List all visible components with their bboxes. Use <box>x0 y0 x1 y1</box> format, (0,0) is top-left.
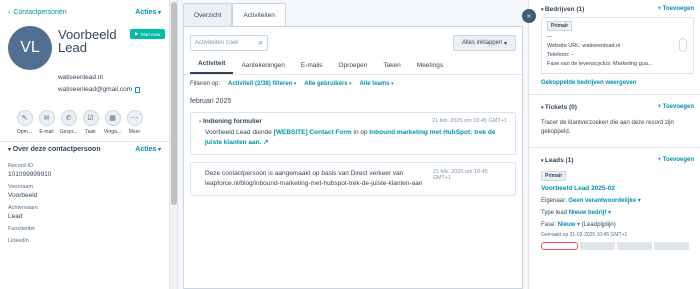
activity-subtabs: Activiteit Aantekeningen E-mails Oproepe… <box>184 51 522 75</box>
property-lastname[interactable]: Achternaam Lead <box>0 205 169 220</box>
call-icon: ✆ <box>60 110 77 126</box>
property-jobtitle[interactable]: Functietitel <box>0 226 169 232</box>
activity-card-form-submission[interactable]: Indiening formulier 21 feb. 2025 om 10:4… <box>190 112 516 155</box>
start-now-button[interactable]: ▶ Start Now <box>130 29 166 39</box>
collapse-all-button[interactable]: Alles inklappen ▾ <box>452 35 516 51</box>
activities-panel: Activiteiten zoek ⌕ Alles inklappen ▾ Ac… <box>183 26 523 289</box>
add-company-button[interactable]: Toevoegen <box>658 6 694 12</box>
search-icon[interactable]: ⌕ <box>259 38 263 48</box>
scrollbar-thumb[interactable] <box>171 2 177 205</box>
lead-phase-dropdown[interactable]: Nieuw <box>558 222 580 228</box>
sidebar-scrollbar[interactable] <box>170 0 178 289</box>
tickets-section-title[interactable]: Tickets (0) <box>541 104 577 111</box>
users-filter-dropdown[interactable]: Alle gebruikers <box>304 81 351 87</box>
activity-card-created: Deze contactpersoon is aangemaakt op bas… <box>190 162 516 196</box>
activities-search-input[interactable]: Activiteiten zoek ⌕ <box>190 35 268 51</box>
company-card[interactable]: Primair -- Website URL: watiseenlead.nl … <box>541 17 694 74</box>
subtab-tasks[interactable]: Taken <box>375 62 408 74</box>
about-section-header[interactable]: Over deze contactpersoon Acties <box>0 141 169 157</box>
activity-filter-dropdown[interactable]: Activiteit (2/38) filteren <box>228 81 296 87</box>
right-sidebar: Bedrijven (1) Toevoegen Primair -- Websi… <box>528 0 700 289</box>
company-preview-toggle[interactable] <box>679 38 687 52</box>
back-to-contacts-link[interactable]: ‹ Contactpersonen <box>8 9 67 16</box>
lead-type-dropdown[interactable]: Nieuw bedrijf <box>569 210 611 216</box>
more-icon: ⋯ <box>126 110 143 126</box>
contact-sidebar: ‹ Contactpersonen Acties VL Voorbeeld Le… <box>0 0 170 289</box>
add-lead-button[interactable]: Toevoegen <box>658 157 694 163</box>
subtab-meetings[interactable]: Meetings <box>409 62 451 74</box>
about-actions-dropdown[interactable]: Acties <box>135 146 161 153</box>
company-website: Website URL: watiseenlead.nl <box>547 43 621 49</box>
lead-stage-progress <box>541 242 689 250</box>
call-action[interactable]: ✆ Gespr... <box>60 110 77 135</box>
meeting-icon: ▦ <box>104 110 121 126</box>
contact-email[interactable]: watiseenlead@gmail.com <box>58 84 132 96</box>
external-link-icon[interactable]: ↗ <box>263 139 268 146</box>
play-icon: ▶ <box>135 31 139 36</box>
contact-actions-dropdown[interactable]: Acties <box>135 9 161 16</box>
stage-segment[interactable] <box>541 242 578 250</box>
avatar[interactable]: VL <box>8 26 52 70</box>
company-name[interactable]: -- <box>547 33 688 42</box>
property-firstname[interactable]: Voornaam Voorbeeld <box>0 184 169 199</box>
activity-date: 21 feb. 2025 om 10:45 GMT+1 <box>432 169 488 181</box>
filter-bar: Filteren op: Activiteit (2/38) filteren … <box>184 75 522 87</box>
lead-created-date: Gemaakt op 21-02-2025 10:45 GMT+1 <box>541 232 628 238</box>
subtab-notes[interactable]: Aantekeningen <box>233 62 292 74</box>
contact-name[interactable]: Voorbeeld Lead <box>58 26 124 70</box>
property-linkedin[interactable]: LinkedIn <box>0 238 169 244</box>
view-associated-companies-link[interactable]: Gekoppelde bedrijven weergeven <box>529 74 700 86</box>
company-phone: Telefoon: -- <box>547 52 575 58</box>
copy-icon[interactable] <box>135 87 141 93</box>
add-ticket-button[interactable]: Toevoegen <box>658 104 694 110</box>
task-icon: ☑ <box>82 110 99 126</box>
property-record-id[interactable]: Record-ID 101099999910 <box>0 163 169 178</box>
task-action[interactable]: ☑ Taak <box>82 110 99 135</box>
stage-segment[interactable] <box>580 242 615 250</box>
chevron-down-icon: ▾ <box>503 40 507 47</box>
expand-sidebar-icon[interactable]: » <box>522 9 536 23</box>
subtab-emails[interactable]: E-mails <box>293 62 331 74</box>
note-action[interactable]: ✎ Opm... <box>16 110 33 135</box>
activity-title[interactable]: Indiening formulier <box>199 118 262 125</box>
email-action[interactable]: ✉ E-mail <box>38 110 55 135</box>
lead-name-link[interactable]: Voorbeeld Lead 2025-02 <box>541 185 689 192</box>
tab-activities[interactable]: Activiteiten <box>232 3 286 26</box>
teams-filter-dropdown[interactable]: Alle teams <box>360 81 394 87</box>
activity-date: 21 feb. 2025 om 10:45 GMT+1 <box>431 118 507 124</box>
subtab-activity[interactable]: Activiteit <box>190 60 234 74</box>
form-link[interactable]: [WEBSITE] Contact Form <box>274 129 352 136</box>
more-action[interactable]: ⋯ Meer <box>126 110 143 135</box>
primary-badge: Primair <box>547 21 573 31</box>
company-lifecycle: Fase van de levenscyclus: Marketing gua.… <box>547 61 653 67</box>
lead-card[interactable]: Primair Voorbeeld Lead 2025-02 Eigenaar:… <box>541 168 694 254</box>
activity-text: Deze contactpersoon is aangemaakt op bas… <box>205 170 423 187</box>
stage-segment[interactable] <box>654 242 689 250</box>
leads-section-title[interactable]: Leads (1) <box>541 157 574 164</box>
stage-segment[interactable] <box>617 242 652 250</box>
middle-column: Overzicht Activiteiten Activiteiten zoek… <box>180 0 528 289</box>
email-icon: ✉ <box>38 110 55 126</box>
contact-website: watiseenlead.nl <box>58 74 103 81</box>
hubspot-contact-record: ‹ Contactpersonen Acties VL Voorbeeld Le… <box>0 0 700 289</box>
quick-actions: ✎ Opm... ✉ E-mail ✆ Gespr... ☑ Taak ▦ Verga..… <box>0 96 169 135</box>
note-icon: ✎ <box>16 110 33 126</box>
meeting-action[interactable]: ▦ Verga... <box>104 110 121 135</box>
month-heading: februari 2025 <box>190 98 232 105</box>
filter-label: Filteren op: <box>190 81 221 87</box>
lead-owner-dropdown[interactable]: Geen verantwoordelijke <box>568 198 640 204</box>
companies-section-title[interactable]: Bedrijven (1) <box>541 6 584 13</box>
chevron-left-icon: ‹ <box>8 8 11 16</box>
subtab-calls[interactable]: Oproepen <box>331 62 376 74</box>
tab-overview[interactable]: Overzicht <box>183 3 233 26</box>
about-section-title: Over deze contactpersoon <box>8 146 101 153</box>
tickets-empty-text: Tracer de klantverzoeken die aan deze re… <box>541 120 674 135</box>
primary-badge: Primair <box>541 171 567 181</box>
